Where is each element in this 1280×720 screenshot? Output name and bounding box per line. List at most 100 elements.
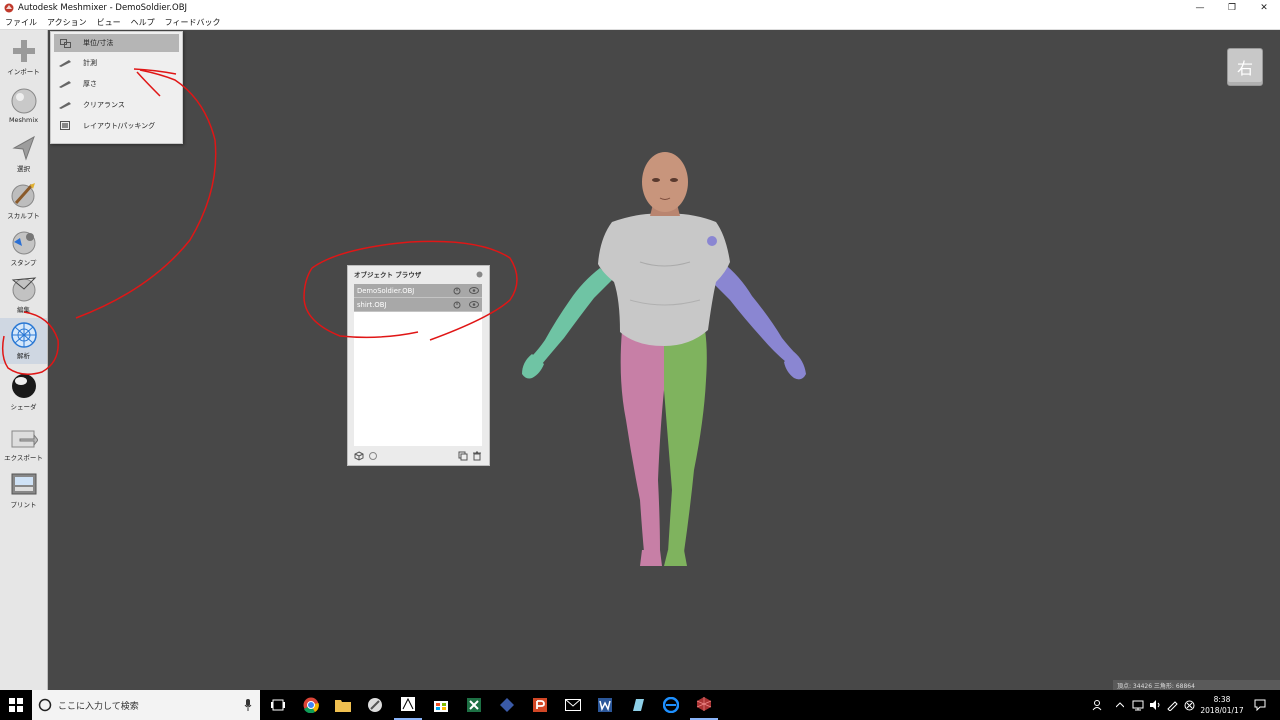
duplicate-icon[interactable]	[458, 451, 468, 461]
people-icon	[1092, 700, 1102, 711]
tool-meshmix-label: Meshmix	[8, 116, 39, 124]
menu-item-layout-packing[interactable]: レイアウト/パッキング	[51, 115, 182, 136]
taskbar-app[interactable]	[394, 690, 422, 720]
tool-export-button[interactable]: エクスポート	[0, 420, 47, 466]
lock-icon[interactable]	[453, 301, 461, 309]
close-icon[interactable]	[476, 271, 483, 278]
menu-actions[interactable]: アクション	[42, 17, 92, 28]
app-icon	[368, 698, 382, 712]
tool-stamp-button[interactable]: スタンプ	[0, 225, 47, 271]
menu-item-thickness-label: 厚さ	[83, 79, 97, 88]
excel-icon	[467, 698, 481, 712]
tool-import-button[interactable]: インポート	[0, 34, 47, 80]
task-view-button[interactable]	[264, 690, 292, 720]
taskbar-powerpoint[interactable]	[526, 690, 554, 720]
taskbar-meshmixer[interactable]	[690, 690, 718, 720]
taskbar-explorer[interactable]	[329, 690, 357, 720]
3d-viewport[interactable]	[48, 30, 1280, 690]
eye-icon[interactable]	[469, 287, 479, 294]
units-icon	[59, 38, 71, 48]
window-title: Autodesk Meshmixer - DemoSoldier.OBJ	[18, 3, 188, 13]
tray-people[interactable]	[1090, 690, 1106, 720]
taskbar-word[interactable]	[591, 690, 619, 720]
object-list: DemoSoldier.OBJ shirt.OBJ	[354, 284, 482, 446]
tool-analysis-button[interactable]: 解析	[0, 318, 47, 364]
menu-view[interactable]: ビュー	[92, 17, 126, 28]
model-shirt	[598, 213, 730, 346]
object-row[interactable]: DemoSoldier.OBJ	[354, 284, 482, 298]
menu-bar: ファイル アクション ビュー ヘルプ フィードバック	[0, 16, 1280, 30]
minimize-button[interactable]: —	[1184, 0, 1216, 16]
tool-shader-button[interactable]: シェーダ	[0, 369, 47, 415]
tray-network[interactable]	[1130, 690, 1146, 720]
model-right-foot	[664, 550, 687, 566]
search-icon	[38, 698, 52, 712]
menu-item-units-label: 単位/寸法	[83, 39, 114, 47]
menu-feedback[interactable]: フィードバック	[160, 17, 226, 28]
taskbar-clock[interactable]: 8:38 2018/01/17	[1194, 694, 1250, 716]
menu-item-clearance[interactable]: クリアランス	[51, 94, 182, 115]
task-view-icon	[271, 699, 285, 711]
tool-select-label: 選択	[17, 165, 30, 173]
powerpoint-icon	[533, 698, 547, 712]
taskbar-app[interactable]	[361, 690, 389, 720]
close-button[interactable]: ✕	[1248, 0, 1280, 16]
print-icon	[11, 473, 36, 495]
action-center-button[interactable]	[1252, 690, 1268, 720]
taskbar-app[interactable]	[624, 690, 652, 720]
refresh-icon[interactable]	[368, 451, 378, 461]
taskbar-app[interactable]	[493, 690, 521, 720]
model-left-foot	[640, 550, 662, 566]
eye-icon[interactable]	[469, 301, 479, 308]
tool-print-button[interactable]: プリント	[0, 467, 47, 513]
sphere-icon	[11, 88, 36, 114]
object-row[interactable]: shirt.OBJ	[354, 298, 482, 312]
tool-meshmix-button[interactable]: Meshmix	[0, 84, 47, 130]
menu-item-units[interactable]: 単位/寸法	[54, 34, 179, 52]
view-cube[interactable]: 右	[1227, 48, 1263, 86]
microphone-icon[interactable]	[244, 699, 252, 711]
ruler-icon	[59, 58, 71, 68]
layout-icon	[59, 121, 71, 131]
tray-chevron[interactable]	[1114, 690, 1126, 720]
clock-time: 8:38	[1213, 695, 1231, 704]
menu-help[interactable]: ヘルプ	[126, 17, 160, 28]
meshmixer-icon	[696, 697, 712, 711]
maximize-button[interactable]: ❐	[1216, 0, 1248, 16]
taskbar-chrome[interactable]	[297, 690, 325, 720]
pen-icon	[1167, 701, 1178, 711]
taskbar-edge[interactable]	[657, 690, 685, 720]
menu-item-thickness[interactable]: 厚さ	[51, 73, 182, 94]
trash-icon[interactable]	[472, 451, 482, 461]
tool-select-button[interactable]: 選択	[0, 131, 47, 177]
start-button[interactable]	[0, 690, 32, 720]
ruler-icon	[59, 79, 71, 89]
object-browser-panel: オブジェクト ブラウザ DemoSoldier.OBJ shirt.OBJ	[347, 265, 490, 466]
soldier-model[interactable]	[48, 30, 1280, 690]
edit-icon	[11, 277, 36, 302]
cube-icon[interactable]	[354, 451, 364, 461]
menu-item-measure[interactable]: 計測	[51, 52, 182, 73]
model-right-leg	[664, 330, 707, 552]
taskbar-excel[interactable]	[460, 690, 488, 720]
folder-icon	[335, 700, 351, 712]
menu-item-layout-packing-label: レイアウト/パッキング	[83, 121, 156, 130]
lock-icon[interactable]	[453, 287, 461, 295]
tray-volume[interactable]	[1148, 690, 1162, 720]
tool-analysis-label: 解析	[17, 352, 30, 360]
taskbar-search-box[interactable]: ここに入力して検索	[32, 690, 260, 720]
tool-edit-label: 編集	[17, 306, 30, 314]
store-icon	[434, 701, 448, 712]
analysis-icon	[10, 322, 37, 348]
blocked-icon	[1184, 700, 1194, 710]
taskbar-mail[interactable]	[559, 690, 587, 720]
windows-taskbar: ここに入力して検索 8:38 2018/01/17	[0, 690, 1280, 720]
search-placeholder: ここに入力して検索	[58, 701, 139, 712]
app-icon	[401, 697, 415, 711]
tray-pen[interactable]	[1165, 690, 1179, 720]
tool-sculpt-button[interactable]: スカルプト	[0, 178, 47, 224]
tool-edit-button[interactable]: 編集	[0, 272, 47, 318]
model-right-arm	[712, 262, 796, 362]
menu-file[interactable]: ファイル	[0, 17, 42, 28]
taskbar-store[interactable]	[427, 690, 455, 720]
